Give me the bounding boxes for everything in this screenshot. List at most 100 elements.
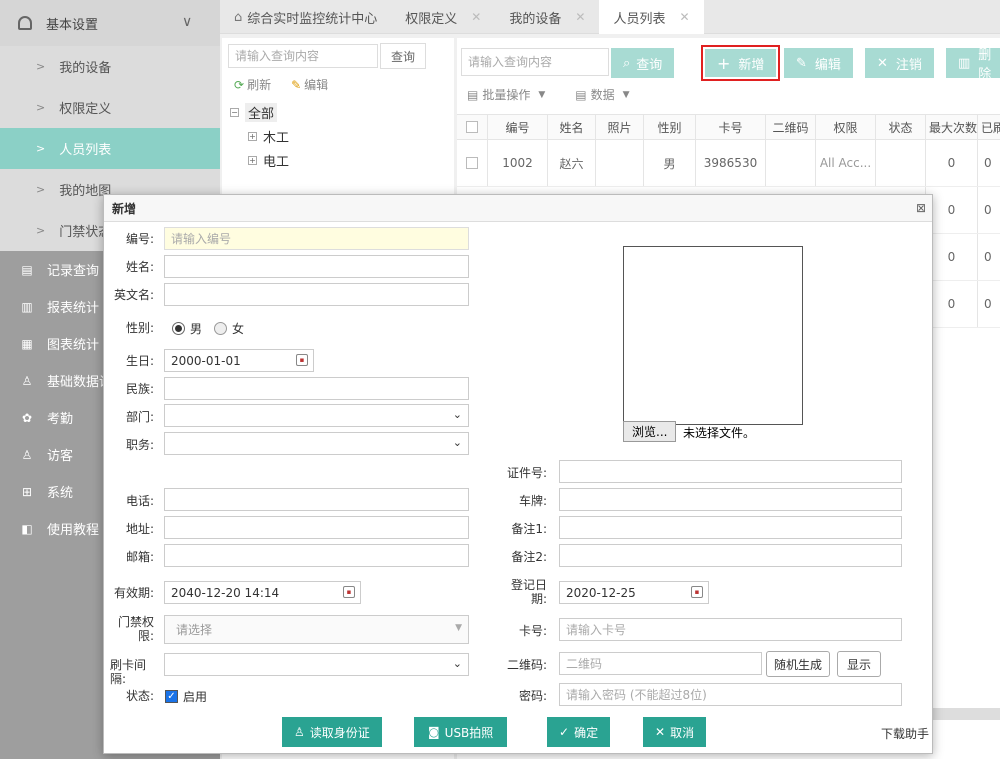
cardno-field[interactable]: 请输入卡号 bbox=[559, 618, 902, 641]
usb-photo-button[interactable]: ◙ USB拍照 bbox=[414, 717, 508, 747]
phone-field[interactable] bbox=[164, 488, 469, 511]
delete-button[interactable]: ▥ 删除 bbox=[946, 48, 1000, 82]
tree-node-root[interactable]: − 全部 bbox=[230, 100, 289, 124]
edit-button[interactable]: ✎ 编辑 bbox=[784, 48, 853, 78]
field-placeholder: 请选择 bbox=[176, 623, 213, 637]
column-header[interactable]: 权限 bbox=[816, 115, 876, 139]
label-expire: 有效期: bbox=[113, 586, 154, 600]
file-status: 未选择文件。 bbox=[683, 426, 756, 440]
data-menu[interactable]: 数据 bbox=[591, 86, 615, 103]
cancel-button[interactable]: ✕ 取消 bbox=[643, 717, 707, 747]
close-icon[interactable]: ✕ bbox=[679, 10, 689, 24]
close-icon[interactable]: ✕ bbox=[471, 10, 481, 24]
close-icon[interactable]: ✕ bbox=[575, 10, 585, 24]
column-header[interactable]: 已刷 bbox=[978, 115, 1000, 139]
expire-field[interactable]: 2040-12-20 14:14 ▪ bbox=[164, 581, 361, 604]
refresh-icon[interactable]: ⟳ bbox=[234, 78, 244, 92]
department-select[interactable]: ⌄ bbox=[164, 404, 469, 427]
label-interval: 刷卡间隔: bbox=[110, 658, 147, 686]
label-address: 地址: bbox=[125, 522, 154, 536]
qrcode-field[interactable]: 二维码 bbox=[559, 652, 762, 675]
plate-field[interactable] bbox=[559, 488, 902, 511]
label-status: 状态: bbox=[125, 689, 154, 703]
caret-down-icon[interactable]: ▼ bbox=[538, 90, 545, 100]
sidebar-item-my-devices[interactable]: > 我的设备 bbox=[0, 46, 220, 87]
column-header[interactable]: 卡号 bbox=[696, 115, 766, 139]
password-field[interactable]: 请输入密码 (不能超过8位) bbox=[559, 683, 902, 706]
sidebar-item-label: 考勤 bbox=[47, 412, 74, 427]
caret-down-icon[interactable]: ▼ bbox=[623, 90, 630, 100]
column-header[interactable]: 二维码 bbox=[766, 115, 816, 139]
address-field[interactable] bbox=[164, 516, 469, 539]
button-label: 新增 bbox=[738, 57, 765, 73]
collapse-icon[interactable]: − bbox=[230, 107, 239, 117]
home-icon: ⌂ bbox=[234, 9, 243, 25]
column-header[interactable]: 姓名 bbox=[548, 115, 596, 139]
grid-search-input[interactable] bbox=[461, 48, 609, 76]
edit-icon[interactable]: ✎ bbox=[291, 78, 301, 92]
tree-search-button[interactable]: 查询 bbox=[380, 43, 427, 69]
calendar-icon[interactable]: ▪ bbox=[343, 586, 355, 598]
table-row[interactable]: 1002 赵六 男 3986530 All Acc... 0 0 bbox=[457, 140, 1000, 187]
tree-search-input[interactable] bbox=[228, 44, 378, 68]
note2-field[interactable] bbox=[559, 544, 902, 567]
english-name-field[interactable] bbox=[164, 283, 469, 306]
label-name: 姓名: bbox=[125, 260, 154, 274]
close-icon[interactable]: ⊠ bbox=[916, 201, 926, 215]
idcard-field[interactable] bbox=[559, 460, 902, 483]
column-header[interactable]: 编号 bbox=[488, 115, 548, 139]
position-select[interactable]: ⌄ bbox=[164, 432, 469, 455]
radio-female[interactable] bbox=[214, 322, 228, 335]
radio-male[interactable] bbox=[172, 322, 185, 335]
checkbox-label: 启用 bbox=[183, 690, 208, 704]
column-header[interactable]: 照片 bbox=[596, 115, 644, 139]
tab-devices[interactable]: 我的设备 ✕ bbox=[495, 0, 599, 34]
label-qrcode: 二维码: bbox=[506, 658, 547, 672]
regdate-field[interactable]: 2020-12-25 ▪ bbox=[559, 581, 709, 604]
id-field[interactable]: 请输入编号 bbox=[164, 227, 469, 250]
random-generate-button[interactable]: 随机生成 bbox=[766, 651, 831, 677]
read-id-card-button[interactable]: ♙ 读取身份证 bbox=[282, 717, 382, 747]
access-select[interactable]: 请选择 ▼ bbox=[164, 615, 469, 644]
row-checkbox[interactable] bbox=[457, 140, 488, 186]
tree-node[interactable]: + 电工 bbox=[230, 148, 289, 172]
enabled-checkbox[interactable]: ✓ bbox=[165, 690, 178, 703]
horizontal-scrollbar[interactable] bbox=[933, 708, 1000, 720]
confirm-button[interactable]: ✓ 确定 bbox=[547, 717, 611, 747]
calendar-icon[interactable]: ▪ bbox=[691, 586, 703, 598]
sidebar-item-permissions[interactable]: > 权限定义 bbox=[0, 87, 220, 128]
column-header[interactable]: 性别 bbox=[644, 115, 696, 139]
sidebar-section-basic[interactable]: 基本设置 ∨ bbox=[0, 0, 220, 46]
nation-field[interactable] bbox=[164, 377, 469, 400]
note1-field[interactable] bbox=[559, 516, 902, 539]
edit-button[interactable]: 编辑 bbox=[304, 76, 328, 93]
cell-max: 0 bbox=[926, 187, 978, 233]
query-button[interactable]: ⌕ 查询 bbox=[611, 48, 675, 78]
interval-select[interactable]: ⌄ bbox=[164, 653, 469, 676]
chevron-down-icon: ⌄ bbox=[452, 436, 462, 449]
expand-icon[interactable]: + bbox=[248, 131, 257, 141]
tree-node[interactable]: + 木工 bbox=[230, 124, 289, 148]
tab-monitor[interactable]: ⌂ 综合实时监控统计中心 bbox=[220, 0, 391, 34]
show-qrcode-button[interactable]: 显示 bbox=[837, 651, 882, 677]
cancel-user-button[interactable]: ✕ 注销 bbox=[865, 48, 934, 78]
add-button[interactable]: + 新增 bbox=[701, 45, 781, 81]
label-access: 门禁权限: bbox=[117, 615, 154, 643]
column-header[interactable]: 最大次数 bbox=[926, 115, 978, 139]
tab-personnel[interactable]: 人员列表 ✕ bbox=[599, 0, 704, 34]
batch-menu[interactable]: 批量操作 bbox=[482, 86, 530, 103]
select-all-checkbox[interactable] bbox=[457, 115, 488, 139]
browse-button[interactable]: 浏览... bbox=[623, 421, 677, 442]
button-label: 编辑 bbox=[814, 57, 841, 73]
calendar-icon[interactable]: ▪ bbox=[296, 354, 308, 366]
tab-permissions[interactable]: 权限定义 ✕ bbox=[391, 0, 495, 34]
column-header[interactable]: 状态 bbox=[876, 115, 926, 139]
name-field[interactable] bbox=[164, 255, 469, 278]
email-field[interactable] bbox=[164, 544, 469, 567]
download-helper-link[interactable]: 下载助手 bbox=[881, 725, 929, 742]
expand-icon[interactable]: + bbox=[248, 155, 257, 165]
birthday-field[interactable]: 2000-01-01 ▪ bbox=[164, 349, 314, 372]
label-note1: 备注1: bbox=[511, 522, 547, 536]
refresh-button[interactable]: 刷新 bbox=[247, 76, 271, 93]
sidebar-item-personnel[interactable]: > 人员列表 bbox=[0, 128, 220, 169]
